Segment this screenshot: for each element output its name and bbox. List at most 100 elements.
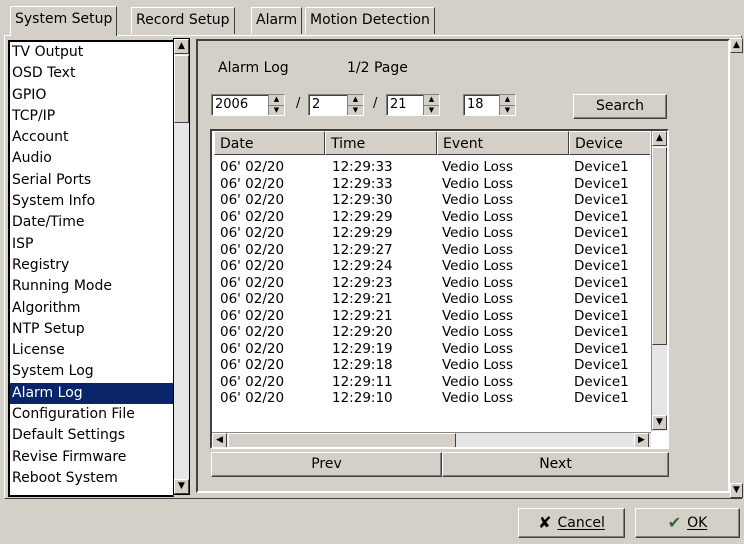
scroll-down-button[interactable]: ▼ [730, 483, 743, 498]
table-row[interactable]: 06' 02/20 12:29:10 Vedio Loss Device1 [212, 391, 650, 406]
event-cell: Vedio Loss [442, 241, 513, 258]
device-cell: Device1 [574, 175, 629, 192]
table-row[interactable]: 06' 02/20 12:29:29 Vedio Loss Device1 [212, 226, 650, 241]
sidebar-item-running-mode[interactable]: Running Mode [10, 276, 173, 297]
scroll-thumb[interactable] [228, 433, 456, 447]
next-button[interactable]: Next [442, 452, 669, 477]
date-cell: 06' 02/20 [220, 258, 285, 274]
table-row[interactable]: 06' 02/20 12:29:33 Vedio Loss Device1 [212, 175, 650, 192]
date-cell: 06' 02/20 [220, 373, 285, 390]
table-row[interactable]: 06' 02/20 12:29:21 Vedio Loss Device1 [212, 292, 650, 307]
time-cell: 12:29:10 [332, 390, 393, 406]
table-row[interactable]: 06' 02/20 12:29:11 Vedio Loss Device1 [212, 373, 650, 390]
sidebar-item-account[interactable]: Account [10, 127, 173, 148]
search-button[interactable]: Search [573, 94, 667, 119]
settings-list-scrollbar[interactable]: ▲ ▼ [173, 38, 190, 495]
sidebar-item-system-info[interactable]: System Info [10, 191, 173, 212]
sidebar-item-audio[interactable]: Audio [10, 148, 173, 169]
event-cell: Vedio Loss [442, 192, 513, 208]
table-row[interactable]: 06' 02/20 12:29:30 Vedio Loss Device1 [212, 193, 650, 208]
ok-label: OK [687, 515, 708, 531]
table-hscrollbar[interactable]: ◀ ▶ [212, 432, 651, 447]
year-stepper[interactable]: 2006 ▲ ▼ [211, 94, 285, 116]
sidebar-item-reboot-system[interactable]: Reboot System [10, 468, 173, 489]
device-cell: Device1 [574, 225, 629, 241]
spin-up-icon[interactable]: ▲ [424, 95, 439, 106]
table-row[interactable]: 06' 02/20 12:29:24 Vedio Loss Device1 [212, 259, 650, 274]
scroll-left-button[interactable]: ◀ [212, 433, 227, 447]
spin-down-icon[interactable]: ▼ [424, 106, 439, 116]
sidebar-item-serial-ports[interactable]: Serial Ports [10, 170, 173, 191]
sidebar-item-tv-output[interactable]: TV Output [10, 42, 173, 63]
hour-value: 18 [467, 97, 484, 112]
sidebar-item-system-log[interactable]: System Log [10, 361, 173, 382]
spin-up-icon[interactable]: ▲ [348, 95, 363, 106]
table-row[interactable]: 06' 02/20 12:29:33 Vedio Loss Device1 [212, 160, 650, 175]
column-header-device[interactable]: Device [569, 131, 650, 155]
tab-system-setup[interactable]: System Setup [10, 6, 118, 36]
sidebar-item-default-settings[interactable]: Default Settings [10, 425, 173, 446]
time-cell: 12:29:33 [332, 175, 393, 192]
sidebar-item-revise-firmware[interactable]: Revise Firmware [10, 447, 173, 468]
column-header-date[interactable]: Date [214, 131, 325, 155]
day-stepper[interactable]: 21 ▲ ▼ [386, 94, 440, 116]
cancel-button[interactable]: ✘ Cancel [518, 508, 625, 538]
month-stepper[interactable]: 2 ▲ ▼ [308, 94, 364, 116]
arrow-up-icon: ▲ [656, 133, 663, 143]
date-cell: 06' 02/20 [220, 274, 285, 291]
column-header-time[interactable]: Time [325, 131, 437, 155]
scroll-down-button[interactable]: ▼ [652, 415, 667, 430]
table-row[interactable]: 06' 02/20 12:29:23 Vedio Loss Device1 [212, 274, 650, 291]
ok-check-icon: ✔ [667, 513, 682, 532]
spin-down-icon[interactable]: ▼ [500, 106, 515, 116]
time-cell: 12:29:21 [332, 291, 393, 307]
window-vscrollbar[interactable]: ▲ ▼ [730, 38, 743, 498]
table-row[interactable]: 06' 02/20 12:29:19 Vedio Loss Device1 [212, 340, 650, 357]
sidebar-item-tcp-ip[interactable]: TCP/IP [10, 106, 173, 127]
sidebar-item-configuration-file[interactable]: Configuration File [10, 404, 173, 425]
tab-motion-detection[interactable]: Motion Detection [305, 7, 435, 34]
hour-stepper[interactable]: 18 ▲ ▼ [463, 94, 516, 116]
scroll-up-button[interactable]: ▲ [174, 39, 189, 54]
table-row[interactable]: 06' 02/20 12:29:18 Vedio Loss Device1 [212, 358, 650, 373]
scroll-up-button[interactable]: ▲ [652, 131, 667, 146]
alarm-log-table: Date Time Event Device 06' 02/20 12:29:33… [210, 129, 669, 449]
scroll-right-button[interactable]: ▶ [634, 433, 649, 447]
settings-list: TV Output OSD Text GPIO TCP/IP Account Audio S… [8, 40, 174, 497]
arrow-left-icon: ◀ [216, 435, 223, 445]
sidebar-item-algorithm[interactable]: Algorithm [10, 298, 173, 319]
event-cell: Vedio Loss [442, 159, 513, 175]
column-header-event[interactable]: Event [437, 131, 569, 155]
scroll-up-button[interactable]: ▲ [730, 38, 743, 53]
spin-up-icon[interactable]: ▲ [269, 95, 284, 106]
sidebar-item-registry[interactable]: Registry [10, 255, 173, 276]
table-row[interactable]: 06' 02/20 12:29:27 Vedio Loss Device1 [212, 241, 650, 258]
scroll-down-button[interactable]: ▼ [174, 479, 189, 494]
table-row[interactable]: 06' 02/20 12:29:29 Vedio Loss Device1 [212, 209, 650, 225]
scroll-thumb[interactable] [652, 147, 667, 345]
event-cell: Vedio Loss [442, 340, 513, 357]
tab-alarm[interactable]: Alarm [251, 7, 303, 34]
sidebar-item-gpio[interactable]: GPIO [10, 85, 173, 106]
ok-button[interactable]: ✔ OK [635, 508, 740, 538]
sidebar-item-isp[interactable]: ISP [10, 234, 173, 255]
table-vscrollbar[interactable]: ▲ ▼ [651, 131, 667, 431]
scroll-thumb[interactable] [174, 55, 189, 123]
device-cell: Device1 [574, 307, 629, 324]
spin-down-icon[interactable]: ▼ [348, 106, 363, 116]
sidebar-item-ntp-setup[interactable]: NTP Setup [10, 319, 173, 340]
arrow-down-icon: ▼ [733, 485, 740, 495]
sidebar-item-license[interactable]: License [10, 340, 173, 361]
table-row[interactable]: 06' 02/20 12:29:21 Vedio Loss Device1 [212, 307, 650, 324]
spin-down-icon[interactable]: ▼ [269, 106, 284, 116]
tab-record-setup[interactable]: Record Setup [131, 7, 235, 34]
spin-up-icon[interactable]: ▲ [500, 95, 515, 106]
sidebar-item-osd-text[interactable]: OSD Text [10, 63, 173, 84]
time-cell: 12:29:11 [332, 373, 393, 390]
sidebar-item-alarm-log[interactable]: Alarm Log [10, 382, 173, 405]
prev-button[interactable]: Prev [211, 452, 442, 477]
table-row[interactable]: 06' 02/20 12:29:20 Vedio Loss Device1 [212, 325, 650, 340]
arrow-right-icon: ▶ [638, 435, 645, 445]
sidebar-item-date-time[interactable]: Date/Time [10, 212, 173, 233]
date-cell: 06' 02/20 [220, 159, 285, 175]
